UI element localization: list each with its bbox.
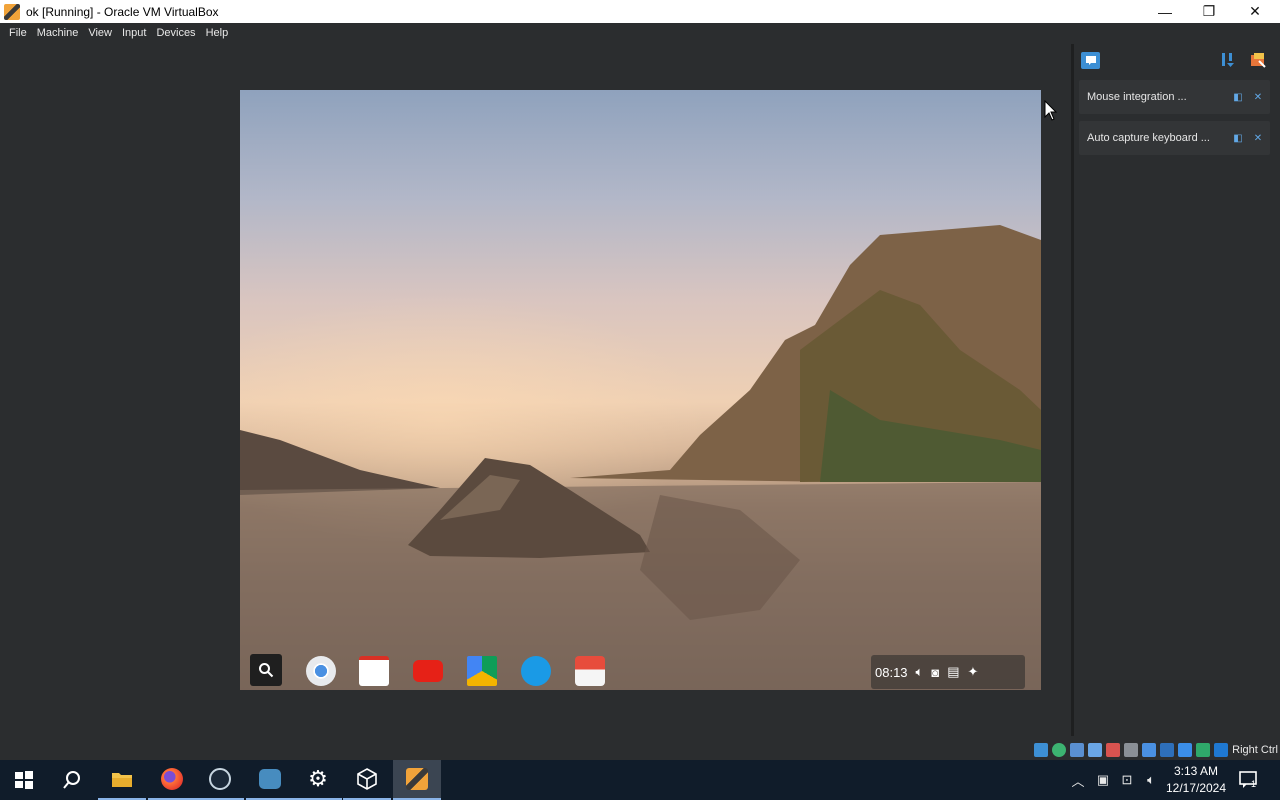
close-button[interactable]: ✕ [1232, 0, 1278, 23]
volume-icon[interactable]: 🔈︎ [1141, 770, 1161, 790]
action-center-button[interactable]: 1 [1238, 770, 1260, 790]
menu-view[interactable]: View [83, 23, 117, 44]
notification-mouse-integration[interactable]: Mouse integration ... ◧ ✕ [1079, 80, 1270, 114]
recording-icon[interactable] [1160, 743, 1175, 757]
taskbar-search-button[interactable] [48, 760, 96, 800]
network-icon[interactable] [1088, 743, 1103, 757]
notification-center-icon[interactable] [1081, 52, 1100, 69]
close-icon[interactable]: ✕ [1251, 90, 1265, 104]
taskbar-firefox[interactable] [148, 760, 196, 800]
show-hidden-icons-icon[interactable]: ︿ [1068, 770, 1088, 790]
optical-drive-icon[interactable] [1052, 743, 1067, 757]
audio-icon[interactable] [1070, 743, 1085, 757]
close-icon: ✕ [1249, 3, 1261, 19]
firefox-icon [161, 768, 183, 790]
settings-icon: ⚙ [308, 766, 328, 791]
restore-icon: ❐ [1202, 3, 1216, 19]
notification-text: Mouse integration ... [1087, 91, 1187, 103]
cpu-icon[interactable] [1178, 743, 1193, 757]
menu-help[interactable]: Help [201, 23, 234, 44]
gmail-icon[interactable] [359, 656, 389, 686]
taskbar-virtualbox-vm[interactable] [393, 760, 441, 800]
window-title: ok [Running] - Oracle VM VirtualBox [26, 4, 219, 19]
vm-status-bar: Right Ctrl [1000, 740, 1280, 760]
host-key-label: Right Ctrl [1232, 744, 1278, 756]
shared-folders-icon[interactable] [1124, 743, 1139, 757]
drive-icon[interactable] [467, 656, 497, 686]
notification-auto-capture-keyboard[interactable]: Auto capture keyboard ... ◧ ✕ [1079, 121, 1270, 155]
power-icon: ✦ [967, 664, 979, 679]
minimize-button[interactable]: — [1142, 0, 1188, 23]
pin-icon[interactable]: ◧ [1231, 131, 1245, 145]
pin-icon[interactable]: ◧ [1231, 90, 1245, 104]
taskbar-settings[interactable]: ⚙ [294, 760, 342, 800]
title-bar: ok [Running] - Oracle VM VirtualBox — ❐ … [0, 0, 1280, 23]
menu-devices[interactable]: Devices [151, 23, 200, 44]
taskbar-time[interactable]: 3:13 AM [1160, 764, 1232, 778]
game-icon [259, 769, 281, 789]
virtualbox-app-icon [4, 3, 20, 20]
mouse-integration-icon[interactable] [1196, 743, 1211, 757]
files-icon[interactable] [521, 656, 551, 686]
wallpaper-landscape [240, 225, 1041, 690]
mouse-cursor-icon [1044, 100, 1058, 121]
volume-icon: 🔈︎ [915, 664, 924, 679]
steam-icon [209, 768, 231, 790]
usb-icon[interactable] [1106, 743, 1121, 757]
display-icon[interactable] [1142, 743, 1157, 757]
minimize-icon: — [1158, 3, 1172, 20]
menu-input[interactable]: Input [117, 23, 151, 44]
guest-clock: 08:13 [875, 664, 908, 680]
notification-text: Auto capture keyboard ... [1087, 132, 1210, 144]
menu-file[interactable]: File [4, 23, 32, 44]
youtube-icon[interactable] [413, 660, 443, 682]
guest-screen[interactable]: 08:13 🔈︎ ◙ ▤ ✦ [240, 90, 1041, 690]
file-explorer-icon [112, 773, 132, 787]
notification-count-badge: 1 [1251, 779, 1257, 789]
search-icon [63, 771, 80, 789]
keyboard-capture-icon[interactable] [1214, 743, 1229, 757]
launcher-button[interactable] [250, 654, 282, 686]
restore-button[interactable]: ❐ [1186, 0, 1232, 23]
taskbar-date[interactable]: 12/17/2024 [1160, 781, 1232, 795]
menu-bar: File Machine View Input Devices Help [0, 23, 1280, 44]
virtualbox-manager-icon [357, 768, 377, 790]
start-icon [15, 771, 33, 789]
user-avatar-icon: ◙ [931, 664, 940, 680]
security-icon[interactable]: ▣ [1093, 770, 1113, 790]
start-button[interactable] [0, 760, 48, 800]
keyboard-icon: ▤ [947, 664, 960, 679]
taskbar-steam[interactable] [196, 760, 244, 800]
search-icon [259, 663, 274, 678]
taskbar-game-app[interactable] [246, 760, 294, 800]
guest-status-area[interactable]: 08:13 🔈︎ ◙ ▤ ✦ [871, 655, 1025, 689]
network-status-icon[interactable]: ⊡ [1117, 770, 1137, 790]
hard-disk-icon[interactable] [1034, 743, 1049, 757]
menu-machine[interactable]: Machine [32, 23, 84, 44]
app-icon[interactable] [575, 656, 605, 686]
clear-all-icon[interactable] [1249, 51, 1267, 69]
taskbar-virtualbox-manager[interactable] [343, 760, 391, 800]
close-icon[interactable]: ✕ [1251, 131, 1265, 145]
virtualbox-vm-icon [406, 768, 428, 790]
taskbar-file-explorer[interactable] [98, 760, 146, 800]
sort-icon[interactable] [1219, 51, 1237, 69]
chrome-icon[interactable] [306, 656, 336, 686]
